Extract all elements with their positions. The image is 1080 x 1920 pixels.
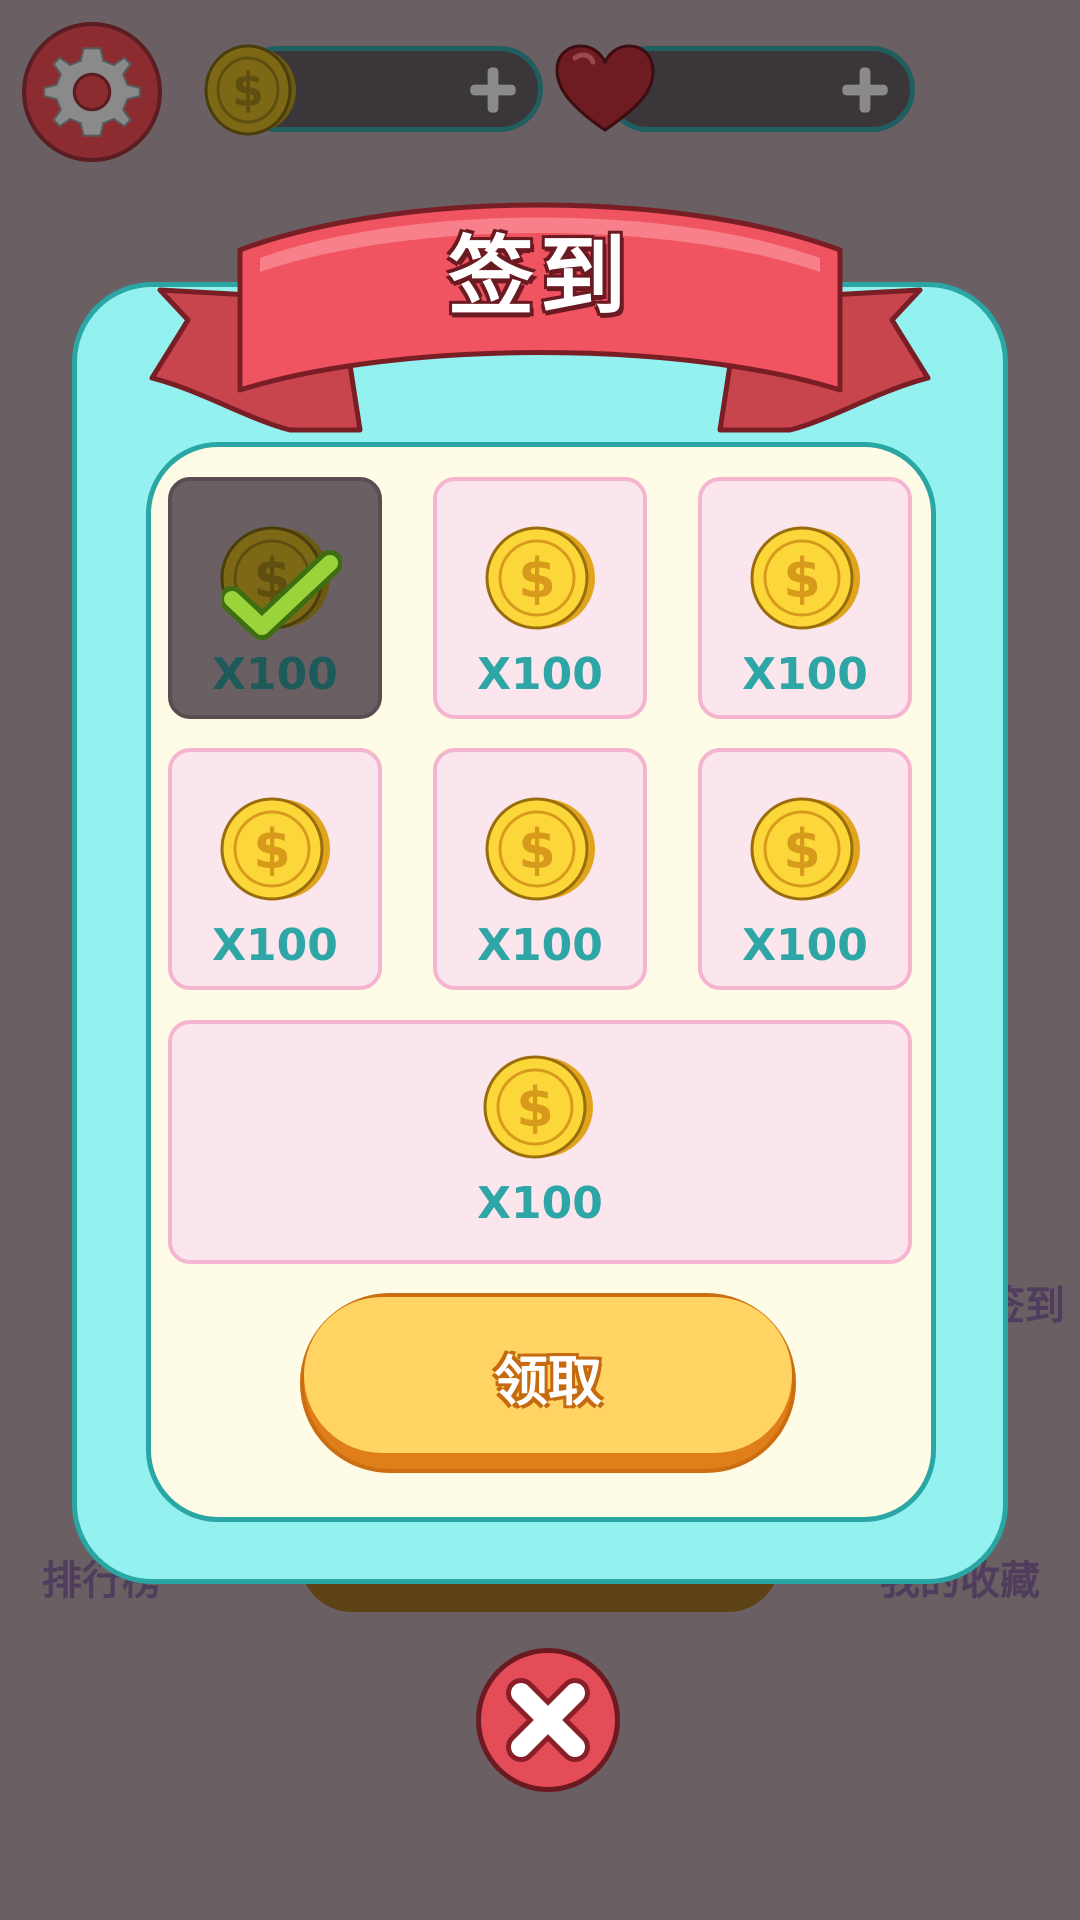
- reward-day-5[interactable]: $ X100: [433, 748, 647, 990]
- svg-text:$: $: [518, 547, 556, 610]
- coin-icon: $: [750, 526, 860, 630]
- reward-amount: X100: [477, 920, 603, 971]
- reward-amount: X100: [477, 649, 603, 700]
- reward-day-1: $ X100: [168, 477, 382, 719]
- reward-amount: X100: [477, 1178, 603, 1229]
- coin-icon: $: [204, 44, 296, 136]
- reward-amount: X100: [212, 649, 338, 700]
- reward-amount: X100: [212, 920, 338, 971]
- claim-button[interactable]: 领取: [300, 1293, 796, 1473]
- coin-icon: $: [220, 797, 330, 901]
- svg-text:$: $: [518, 818, 556, 881]
- reward-amount: X100: [742, 649, 868, 700]
- svg-text:$: $: [516, 1076, 554, 1139]
- coin-icon: $: [483, 1055, 593, 1159]
- reward-day-4[interactable]: $ X100: [168, 748, 382, 990]
- svg-text:$: $: [253, 818, 291, 881]
- settings-button[interactable]: [22, 22, 162, 162]
- gear-icon: [43, 47, 141, 137]
- coin-icon: $: [485, 797, 595, 901]
- claim-button-label: 领取: [494, 1350, 602, 1413]
- reward-day-6[interactable]: $ X100: [698, 748, 912, 990]
- svg-text:$: $: [783, 547, 821, 610]
- coin-icon: $: [485, 526, 595, 630]
- reward-day-2[interactable]: $ X100: [433, 477, 647, 719]
- add-coins-icon[interactable]: [466, 63, 520, 117]
- svg-text:$: $: [783, 818, 821, 881]
- add-lives-icon[interactable]: [838, 63, 892, 117]
- close-icon: [506, 1678, 590, 1762]
- svg-text:$: $: [232, 63, 264, 117]
- close-button[interactable]: [476, 1648, 620, 1792]
- reward-amount: X100: [742, 920, 868, 971]
- reward-day-3[interactable]: $ X100: [698, 477, 912, 719]
- coin-icon: $: [750, 797, 860, 901]
- claim-button-face: 领取: [304, 1297, 792, 1453]
- heart-icon: [555, 44, 655, 132]
- checkmark-icon: [222, 550, 342, 640]
- dialog-title: 签到: [448, 227, 632, 327]
